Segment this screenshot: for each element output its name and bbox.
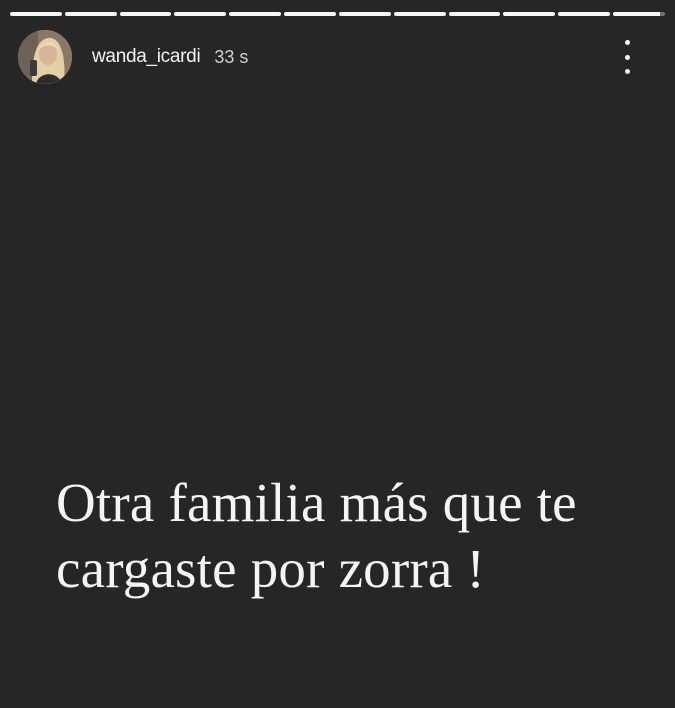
progress-segment-fill xyxy=(284,12,336,16)
progress-segment-fill xyxy=(119,12,172,16)
progress-segment-fill xyxy=(64,12,117,16)
dot-icon xyxy=(624,69,630,74)
progress-segment xyxy=(10,12,62,16)
progress-segment xyxy=(503,12,556,16)
progress-segment xyxy=(229,12,282,16)
story-timestamp: 33 s xyxy=(214,46,249,67)
progress-segment xyxy=(64,12,117,16)
story-progress-bar xyxy=(10,12,665,16)
progress-segment xyxy=(613,12,665,16)
progress-segment-fill xyxy=(229,12,282,16)
progress-segment-fill xyxy=(174,12,227,16)
progress-segment-fill xyxy=(10,12,62,16)
username[interactable]: wanda_icardi xyxy=(92,46,201,68)
progress-segment-fill xyxy=(393,12,446,16)
progress-segment xyxy=(558,12,611,16)
progress-segment xyxy=(284,12,336,16)
story-text: Otra familia más que te cargaste por zor… xyxy=(56,472,577,599)
story-header: wanda_icardi 33 s xyxy=(18,30,657,84)
dot-icon xyxy=(624,54,630,60)
progress-segment xyxy=(119,12,172,16)
story-viewer[interactable]: wanda_icardi 33 s Otra familia más que t… xyxy=(0,0,675,708)
progress-segment xyxy=(393,12,446,16)
progress-segment xyxy=(174,12,227,16)
dot-icon xyxy=(624,40,630,45)
progress-segment-fill xyxy=(613,12,660,16)
progress-segment-fill xyxy=(448,12,501,16)
progress-segment-fill xyxy=(503,12,556,16)
more-options-icon[interactable] xyxy=(619,40,635,74)
progress-segment xyxy=(448,12,501,16)
progress-segment-fill xyxy=(338,12,391,16)
progress-segment-fill xyxy=(558,12,611,16)
avatar[interactable] xyxy=(18,30,72,84)
progress-segment xyxy=(338,12,391,16)
